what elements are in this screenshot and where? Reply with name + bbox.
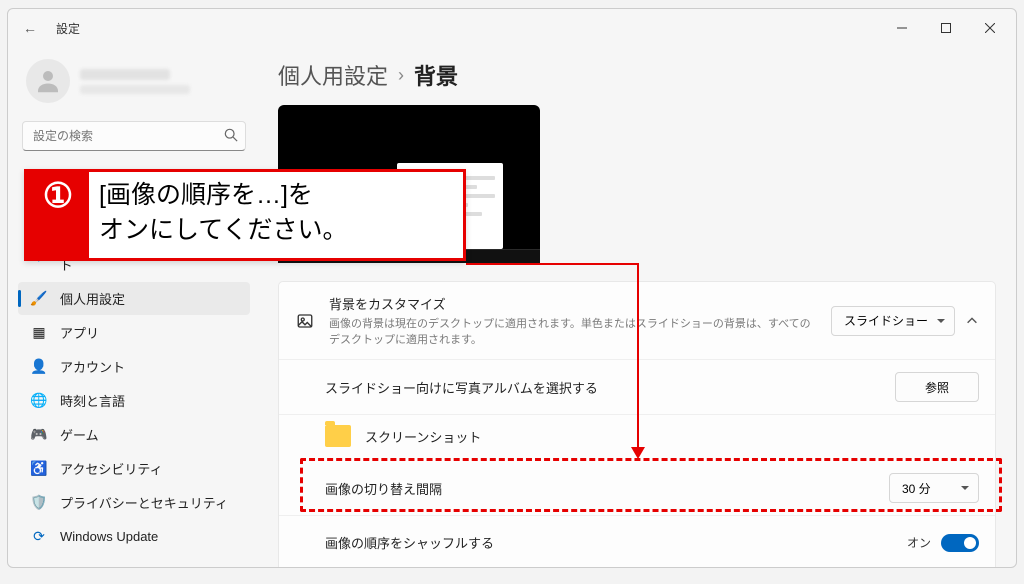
shield-icon: 🛡️ bbox=[30, 494, 48, 512]
chevron-up-icon[interactable] bbox=[965, 314, 979, 328]
nav-privacy[interactable]: 🛡️ プライバシーとセキュリティ bbox=[18, 486, 250, 519]
brush-icon: 🖌️ bbox=[30, 290, 48, 308]
title-bar: ← 設定 bbox=[8, 9, 1016, 47]
folder-name: スクリーンショット bbox=[365, 427, 481, 446]
annotation-text: [画像の順序を…]を オンにしてください。 bbox=[89, 172, 463, 258]
minimize-button[interactable] bbox=[880, 13, 924, 43]
shuffle-title: 画像の順序をシャッフルする bbox=[325, 533, 893, 552]
nav-label: 時刻と言語 bbox=[60, 391, 125, 410]
annotation-callout: ① [画像の順序を…]を オンにしてください。 bbox=[24, 169, 466, 261]
nav-time-language[interactable]: 🌐 時刻と言語 bbox=[18, 384, 250, 417]
search-input[interactable] bbox=[22, 121, 246, 151]
nav-label: Windows Update bbox=[60, 529, 158, 544]
nav-label: 個人用設定 bbox=[60, 289, 125, 308]
chevron-right-icon: › bbox=[398, 65, 404, 86]
search-icon bbox=[224, 128, 238, 147]
update-icon: ⟳ bbox=[30, 527, 48, 545]
nav-label: アプリ bbox=[60, 323, 99, 342]
breadcrumb-parent[interactable]: 個人用設定 bbox=[278, 59, 388, 91]
maximize-button[interactable] bbox=[924, 13, 968, 43]
interval-title: 画像の切り替え間隔 bbox=[325, 479, 875, 498]
nav-label: ゲーム bbox=[60, 425, 99, 444]
interval-select[interactable]: 30 分 bbox=[889, 473, 979, 503]
nav-label: アカウント bbox=[60, 357, 125, 376]
nav-accessibility[interactable]: ♿ アクセシビリティ bbox=[18, 452, 250, 485]
annotation-arrow-h bbox=[466, 263, 638, 265]
search-box[interactable] bbox=[22, 121, 246, 151]
interval-row: 画像の切り替え間隔 30 分 bbox=[279, 461, 995, 516]
avatar bbox=[26, 59, 70, 103]
shuffle-toggle[interactable] bbox=[941, 534, 979, 552]
shuffle-state-label: オン bbox=[907, 534, 931, 551]
apps-icon: ▦ bbox=[30, 324, 48, 342]
accessibility-icon: ♿ bbox=[30, 460, 48, 478]
close-button[interactable] bbox=[968, 13, 1012, 43]
nav-label: プライバシーとセキュリティ bbox=[60, 493, 228, 512]
breadcrumb: 個人用設定 › 背景 bbox=[278, 59, 996, 91]
globe-icon: 🌐 bbox=[30, 392, 48, 410]
background-type-select[interactable]: スライドショー bbox=[831, 306, 955, 336]
game-icon: 🎮 bbox=[30, 426, 48, 444]
nav-personalization[interactable]: 🖌️ 個人用設定 bbox=[18, 282, 250, 315]
back-button[interactable]: ← bbox=[12, 20, 48, 36]
image-icon bbox=[295, 311, 315, 331]
nav-accounts[interactable]: 👤 アカウント bbox=[18, 350, 250, 383]
album-title: スライドショー向けに写真アルバムを選択する bbox=[325, 378, 881, 397]
customize-title: 背景をカスタマイズ bbox=[329, 294, 817, 313]
page-title: 背景 bbox=[414, 59, 458, 91]
customize-desc: 画像の背景は現在のデスクトップに適用されます。単色またはスライドショーの背景は、… bbox=[329, 315, 817, 347]
annotation-number: ① bbox=[27, 172, 89, 258]
annotation-arrow-head bbox=[631, 447, 645, 466]
user-profile[interactable] bbox=[16, 51, 252, 119]
shuffle-row: 画像の順序をシャッフルする オン bbox=[279, 516, 995, 567]
folder-icon bbox=[325, 425, 351, 447]
window-title: 設定 bbox=[56, 20, 80, 37]
nav-gaming[interactable]: 🎮 ゲーム bbox=[18, 418, 250, 451]
annotation-arrow-v bbox=[637, 263, 639, 451]
account-icon: 👤 bbox=[30, 358, 48, 376]
nav-label: アクセシビリティ bbox=[60, 459, 163, 478]
sidebar: 💻システム ᛒBluetooth とデバイス ◆ネットワークとインターネット 🖌… bbox=[8, 47, 260, 567]
nav-apps[interactable]: ▦ アプリ bbox=[18, 316, 250, 349]
nav-windows-update[interactable]: ⟳ Windows Update bbox=[18, 520, 250, 552]
user-info bbox=[80, 69, 190, 94]
browse-button[interactable]: 参照 bbox=[895, 372, 979, 402]
